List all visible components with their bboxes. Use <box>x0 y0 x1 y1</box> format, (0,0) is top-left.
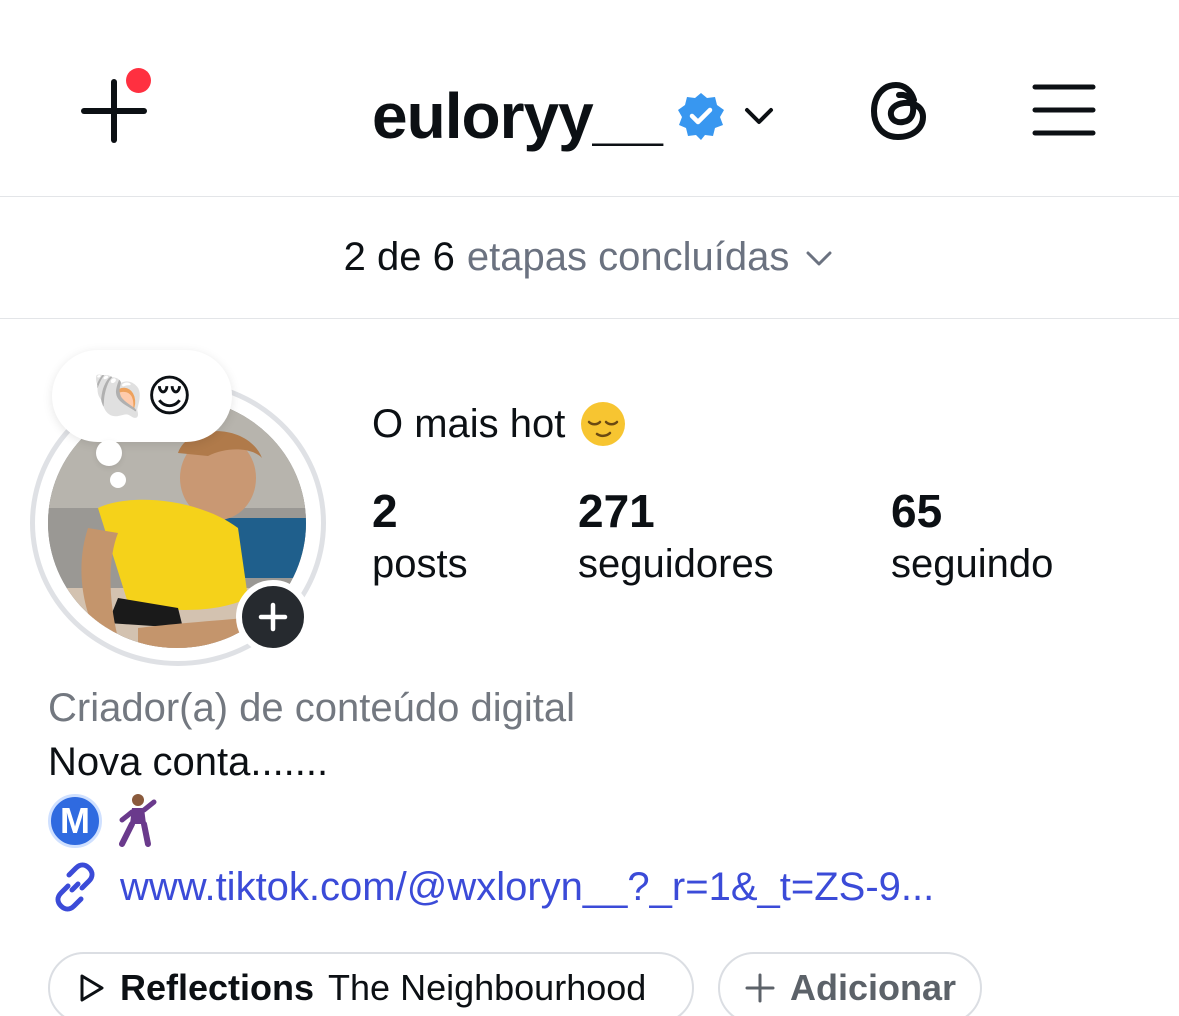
stat-label: posts <box>372 542 468 586</box>
stat-value: 2 <box>372 485 398 537</box>
stat-label: seguidores <box>578 542 774 586</box>
profile-steps-banner[interactable]: 2 de 6 etapas concluídas <box>0 197 1179 318</box>
add-button[interactable]: Adicionar <box>718 952 982 1016</box>
verified-badge-icon <box>677 93 724 140</box>
link-icon <box>55 862 95 912</box>
notification-dot <box>126 68 151 93</box>
stat-label: seguindo <box>891 542 1054 586</box>
steps-text: etapas concluídas <box>466 235 790 279</box>
display-name: O mais hot <box>372 400 627 448</box>
hamburger-menu-icon <box>1032 84 1096 136</box>
stat-followers[interactable]: 271 seguidores <box>578 484 774 590</box>
chevron-down-icon <box>806 251 832 265</box>
bio-link[interactable]: www.tiktok.com/@wxloryn__?_r=1&_t=ZS-9..… <box>48 860 934 914</box>
note-bubble[interactable]: 🐚😌 <box>52 350 232 442</box>
m-badge-icon: M <box>48 794 102 848</box>
note-bubble-tail <box>96 440 122 466</box>
account-switcher[interactable]: euloryy__ <box>372 76 776 156</box>
username: euloryy__ <box>372 80 663 152</box>
add-label: Adicionar <box>790 967 957 1008</box>
stat-following[interactable]: 65 seguindo <box>891 484 1053 590</box>
plus-icon <box>258 602 288 632</box>
threads-button[interactable] <box>868 78 934 144</box>
song-artist: The Neighbourhood <box>328 967 647 1008</box>
music-chip[interactable]: Reflections The Neighbourhood <box>48 952 694 1016</box>
threads-icon <box>870 81 927 141</box>
profile-category: Criador(a) de conteúdo digital <box>48 686 575 730</box>
plus-icon <box>745 973 775 1003</box>
display-name-text: O mais hot <box>372 401 566 446</box>
stat-posts[interactable]: 2 posts <box>372 484 468 590</box>
steps-count: 2 de 6 <box>343 235 455 279</box>
divider <box>0 318 1179 319</box>
man-dancing-icon <box>119 794 157 847</box>
chevron-down-icon <box>744 108 773 124</box>
note-emojis: 🐚😌 <box>91 371 193 422</box>
bio-link-text: www.tiktok.com/@wxloryn__?_r=1&_t=ZS-9..… <box>120 864 935 909</box>
top-bar: euloryy__ <box>0 0 1179 196</box>
bio-text: Nova conta....... <box>48 740 329 784</box>
stat-value: 271 <box>578 485 655 537</box>
note-bubble-tail <box>110 472 126 488</box>
add-story-button[interactable] <box>236 580 310 654</box>
relieved-face-icon <box>581 402 626 446</box>
bio-icons: M <box>48 792 158 850</box>
stat-value: 65 <box>891 485 943 537</box>
menu-button[interactable] <box>1031 82 1097 138</box>
play-icon <box>80 974 104 1002</box>
song-title: Reflections <box>120 967 315 1008</box>
